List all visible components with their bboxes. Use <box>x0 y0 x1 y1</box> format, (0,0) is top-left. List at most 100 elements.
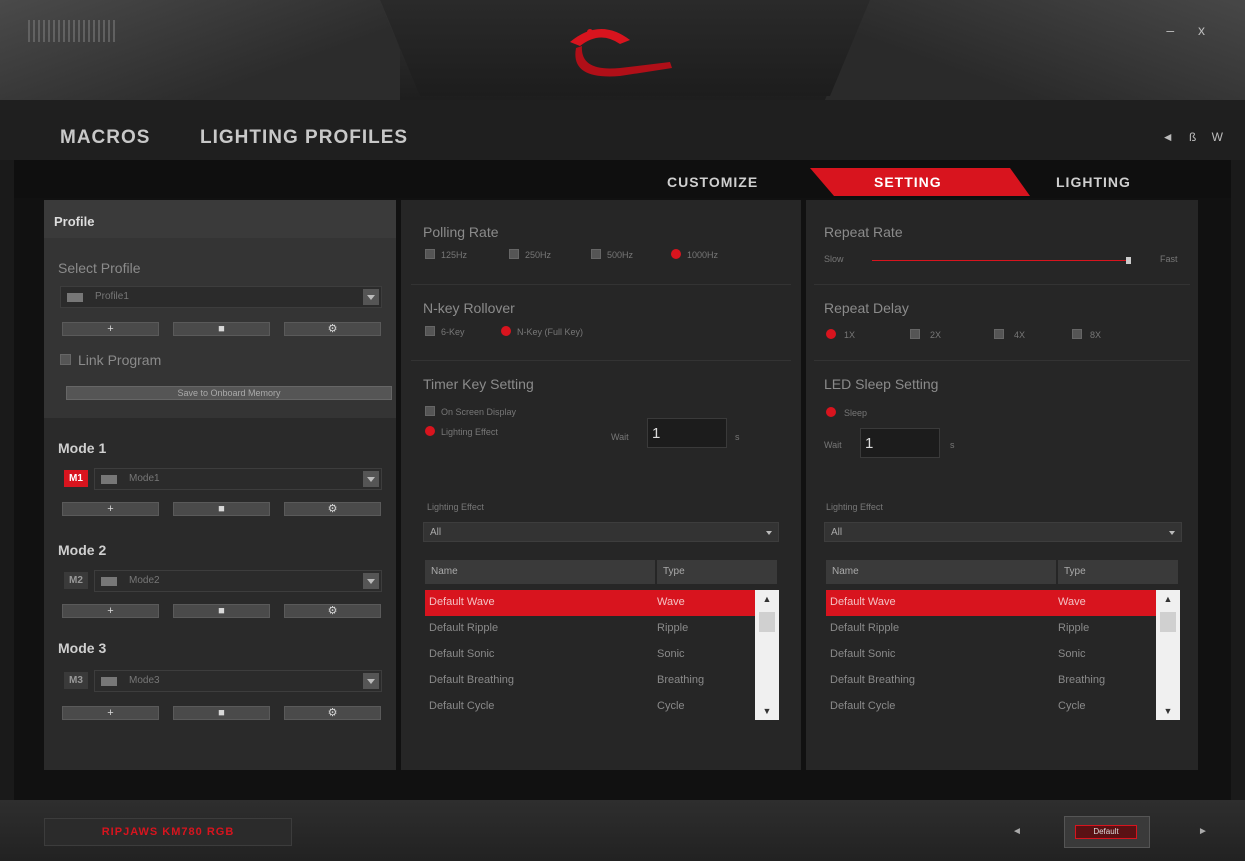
polling-125-radio[interactable] <box>425 249 435 259</box>
next-arrow-icon[interactable]: ► <box>1198 826 1208 837</box>
repeat-rate-slider[interactable] <box>872 260 1126 261</box>
table-scrollbar[interactable]: ▲ ▼ <box>755 590 779 720</box>
table-row[interactable]: Default Breathing Breathing <box>425 668 755 694</box>
table-row[interactable]: Default Sonic Sonic <box>425 642 755 668</box>
add-mode-button[interactable]: + <box>62 604 159 618</box>
divider <box>411 284 791 285</box>
row-type: Cycle <box>657 700 685 712</box>
polling-rate-title: Polling Rate <box>423 224 499 240</box>
delay-8x-radio[interactable] <box>1072 329 1082 339</box>
nav-macros[interactable]: MACROS <box>60 127 150 149</box>
sleep-label: Sleep <box>844 408 868 418</box>
row-name: Default Wave <box>429 596 495 608</box>
nkey-radio[interactable] <box>501 326 511 336</box>
effect-filter-dropdown[interactable]: All <box>423 522 779 542</box>
row-name: Default Cycle <box>830 700 896 712</box>
keyboard-icon <box>67 293 83 302</box>
scroll-up-icon[interactable]: ▲ <box>1163 594 1173 604</box>
scroll-down-icon[interactable]: ▼ <box>762 706 772 716</box>
device-pager-label: Default <box>1075 825 1137 839</box>
add-mode-button[interactable]: + <box>62 706 159 720</box>
tab-customize[interactable]: CUSTOMIZE <box>667 174 758 190</box>
link-program-checkbox[interactable] <box>60 354 71 365</box>
table-row[interactable]: Default Cycle Cycle <box>826 694 1156 720</box>
divider <box>814 284 1190 285</box>
delete-profile-button[interactable]: ■ <box>173 322 270 336</box>
drag-grip-icon[interactable] <box>28 20 118 42</box>
language-switch[interactable]: ◄ ß W <box>1162 130 1229 144</box>
osd-radio[interactable] <box>425 406 435 416</box>
window-controls[interactable]: – x <box>1166 22 1215 38</box>
add-profile-button[interactable]: + <box>62 322 159 336</box>
nav-lighting-profiles[interactable]: LIGHTING PROFILES <box>200 127 408 149</box>
chevron-down-icon[interactable] <box>363 289 379 305</box>
polling-1000-radio[interactable] <box>671 249 681 259</box>
scroll-thumb[interactable] <box>1160 612 1176 632</box>
row-name: Default Sonic <box>830 648 896 660</box>
column-type[interactable]: Type <box>1058 560 1180 584</box>
chevron-down-icon[interactable] <box>363 471 379 487</box>
save-onboard-button[interactable]: Save to Onboard Memory <box>66 386 392 400</box>
osd-label: On Screen Display <box>441 407 517 417</box>
column-name[interactable]: Name <box>826 560 1058 584</box>
column-name[interactable]: Name <box>425 560 657 584</box>
effect-filter-dropdown[interactable]: All <box>824 522 1182 542</box>
mode-3-tag[interactable]: M3 <box>64 672 88 689</box>
divider <box>814 360 1190 361</box>
chevron-down-icon[interactable] <box>363 673 379 689</box>
table-row[interactable]: Default Wave Wave <box>425 590 755 616</box>
table-row[interactable]: Default Breathing Breathing <box>826 668 1156 694</box>
delay-4x-radio[interactable] <box>994 329 1004 339</box>
mode-settings-button[interactable]: ⚙ <box>284 706 381 720</box>
prev-arrow-icon[interactable]: ◄ <box>1012 826 1022 837</box>
table-row[interactable]: Default Ripple Ripple <box>425 616 755 642</box>
lighting-effect-radio[interactable] <box>425 426 435 436</box>
delay-1x-radio[interactable] <box>826 329 836 339</box>
polling-500-radio[interactable] <box>591 249 601 259</box>
table-row[interactable]: Default Cycle Cycle <box>425 694 755 720</box>
wait-label: Wait <box>824 440 842 450</box>
polling-250-radio[interactable] <box>509 249 519 259</box>
6key-radio[interactable] <box>425 326 435 336</box>
mode-settings-button[interactable]: ⚙ <box>284 604 381 618</box>
profile-select[interactable]: Profile1 <box>60 286 382 308</box>
mode-3-select[interactable]: Mode3 <box>94 670 382 692</box>
tab-lighting[interactable]: LIGHTING <box>1056 174 1131 190</box>
row-name: Default Breathing <box>830 674 915 686</box>
mode-3-actions: + ■ ⚙ <box>62 706 381 720</box>
chevron-down-icon[interactable] <box>363 573 379 589</box>
scroll-up-icon[interactable]: ▲ <box>762 594 772 604</box>
device-pager[interactable]: Default <box>1064 816 1150 848</box>
table-row[interactable]: Default Ripple Ripple <box>826 616 1156 642</box>
scroll-down-icon[interactable]: ▼ <box>1163 706 1173 716</box>
sleep-radio[interactable] <box>826 407 836 417</box>
polling-125-label: 125Hz <box>441 250 468 260</box>
delete-mode-button[interactable]: ■ <box>173 502 270 516</box>
row-type: Ripple <box>657 622 689 634</box>
table-scrollbar[interactable]: ▲ ▼ <box>1156 590 1180 720</box>
scroll-thumb[interactable] <box>759 612 775 632</box>
table-rows: Default Wave Wave Default Ripple Ripple … <box>826 590 1156 720</box>
table-row[interactable]: Default Wave Wave <box>826 590 1156 616</box>
delete-mode-button[interactable]: ■ <box>173 706 270 720</box>
sleep-wait-input[interactable]: 1 <box>860 428 940 458</box>
wait-unit: s <box>950 440 955 450</box>
row-name: Default Breathing <box>429 674 514 686</box>
add-mode-button[interactable]: + <box>62 502 159 516</box>
tab-setting[interactable]: SETTING <box>874 174 942 190</box>
timer-wait-input[interactable]: 1 <box>647 418 727 448</box>
repeat-rate-knob[interactable] <box>1126 257 1131 264</box>
mode-2-select[interactable]: Mode2 <box>94 570 382 592</box>
mode-settings-button[interactable]: ⚙ <box>284 502 381 516</box>
mode-2-tag[interactable]: M2 <box>64 572 88 589</box>
row-type: Breathing <box>657 674 705 686</box>
delay-2x-radio[interactable] <box>910 329 920 339</box>
title-bar-facet-left <box>0 0 400 100</box>
polling-500-label: 500Hz <box>607 250 634 260</box>
profile-settings-button[interactable]: ⚙ <box>284 322 381 336</box>
column-type[interactable]: Type <box>657 560 779 584</box>
mode-1-select[interactable]: Mode1 <box>94 468 382 490</box>
delete-mode-button[interactable]: ■ <box>173 604 270 618</box>
mode-1-tag[interactable]: M1 <box>64 470 88 487</box>
table-row[interactable]: Default Sonic Sonic <box>826 642 1156 668</box>
